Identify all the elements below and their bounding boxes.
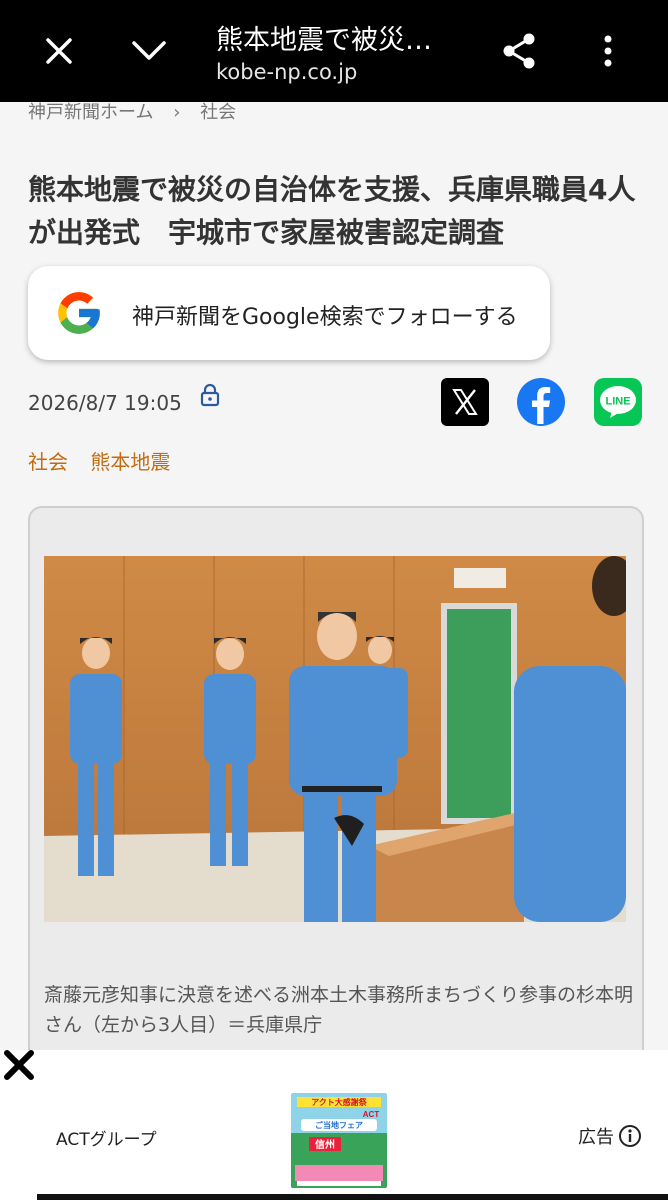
ad-banner-place-text: 信州 (315, 1138, 335, 1151)
ad-banner-top-text: アクト大感謝祭 (311, 1097, 368, 1107)
breadcrumb-home[interactable]: 神戸新聞ホーム (28, 102, 153, 123)
article-headline: 熊本地震で被災の自治体を支援、兵庫県職員4人が出発式 宇城市で家屋被害認定調査 (28, 173, 636, 249)
browser-topbar: 熊本地震で被災… kobe-np.co.jp (0, 0, 668, 102)
tag-society[interactable]: 社会 (28, 450, 68, 474)
x-logo-icon (452, 389, 478, 415)
photo-card: 斎藤元彦知事に決意を述べる洲本土木事務所まちづくり参事の杉本明さん（左から3人目… (28, 506, 644, 1070)
google-follow-label: 神戸新聞をGoogle検索でフォローする (132, 305, 518, 330)
lock-icon (199, 383, 221, 407)
info-icon (619, 1125, 641, 1147)
page-url[interactable]: kobe-np.co.jp (216, 60, 357, 84)
line-share-button[interactable]: LINE (594, 378, 642, 426)
photo-caption: 斎藤元彦知事に決意を述べる洲本土木事務所まちづくり参事の杉本明さん（左から3人目… (44, 984, 634, 1036)
ad-close-icon[interactable] (2, 1048, 36, 1082)
tag-kumamoto-earthquake[interactable]: 熊本地震 (90, 450, 170, 474)
x-share-button[interactable] (441, 378, 489, 426)
article-tags: 社会 熊本地震 (28, 446, 186, 475)
chevron-down-icon[interactable] (126, 28, 172, 74)
breadcrumb-section[interactable]: 社会 (200, 102, 236, 123)
ad-label-text: 広告 (578, 1127, 614, 1148)
google-follow-button[interactable]: 神戸新聞をGoogle検索でフォローする (28, 266, 550, 360)
close-icon[interactable] (36, 28, 82, 74)
more-vert-icon[interactable] (588, 28, 628, 74)
article-date: 2026/8/7 19:05 (28, 391, 182, 415)
google-logo-icon (54, 288, 104, 338)
ad-bottom-bar (37, 1194, 668, 1200)
ad-label[interactable]: 広告 (578, 1123, 642, 1149)
breadcrumb: 神戸新聞ホーム › 社会 (28, 98, 250, 124)
ad-banner-area[interactable]: ACTグループ アクト大感謝祭 ACT ご当地フェア 信州 広告 (0, 1050, 668, 1200)
svg-text:LINE: LINE (605, 396, 630, 408)
share-icon[interactable] (496, 28, 542, 74)
page-title[interactable]: 熊本地震で被災… (216, 18, 432, 57)
ad-banner-mid-text: ご当地フェア (315, 1120, 363, 1130)
line-logo-icon: LINE (600, 386, 636, 418)
breadcrumb-separator: › (173, 102, 181, 123)
facebook-logo-icon (532, 387, 551, 424)
facebook-share-button[interactable] (517, 378, 565, 426)
ad-banner-image[interactable]: アクト大感謝祭 ACT ご当地フェア 信州 (291, 1093, 387, 1188)
article-photo[interactable] (44, 556, 626, 922)
ad-banner-act-text: ACT (363, 1110, 380, 1119)
ad-advertiser[interactable]: ACTグループ (56, 1125, 157, 1150)
